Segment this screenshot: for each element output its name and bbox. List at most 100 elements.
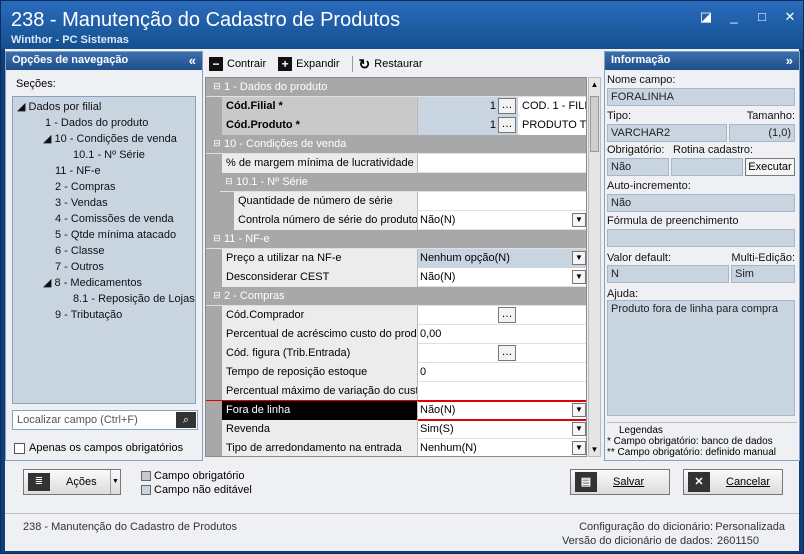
field-label[interactable]: Controla número de série do produto [234, 211, 418, 230]
field-value[interactable]: Não(N) ▼ [418, 268, 586, 287]
field-label[interactable]: Fora de linha [222, 401, 418, 420]
nav-tree-item[interactable]: 3 - Vendas [13, 195, 195, 211]
lookup-button[interactable]: … [498, 98, 516, 114]
grid-field-row[interactable]: Preço a utilizar na NF-e Nenhum opção(N) ▼ [206, 249, 586, 268]
nav-tree-item[interactable]: 2 - Compras [13, 179, 195, 195]
field-value[interactable]: Nenhum(N) ▼ [418, 439, 586, 456]
grid-scrollbar[interactable]: ▲ ▼ [588, 77, 601, 457]
grid-field-row[interactable]: Tipo de arredondamento na entrada Nenhum(… [206, 439, 586, 456]
grid-field-row[interactable]: % de margem mínima de lucratividade [206, 154, 586, 173]
nav-tree-item[interactable]: 5 - Qtde mínima atacado [13, 227, 195, 243]
field-value[interactable]: 1… [418, 116, 518, 135]
field-label[interactable]: Quantidade de número de série [234, 192, 418, 211]
collapse-section-icon[interactable]: ⊟ [224, 175, 234, 187]
field-label[interactable]: Cód. figura (Trib.Entrada) [222, 344, 418, 363]
field-label[interactable]: Cód.Filial * [222, 97, 418, 116]
field-label[interactable]: Cód.Comprador [222, 306, 418, 325]
collapse-section-icon[interactable]: ⊟ [212, 137, 222, 149]
grid-field-row[interactable]: Desconsiderar CEST Não(N) ▼ [206, 268, 586, 287]
collapse-section-icon[interactable]: ⊟ [212, 232, 222, 244]
field-label[interactable]: % de margem mínima de lucratividade [222, 154, 418, 173]
cancel-button[interactable]: ✕ Cancelar [683, 469, 783, 495]
nav-tree-item[interactable]: 8.1 - Reposição de Lojas [13, 291, 195, 307]
nav-tree-item[interactable]: 4 - Comissões de venda [13, 211, 195, 227]
field-label[interactable]: Cód.Produto * [222, 116, 418, 135]
chevron-down-icon[interactable]: ▼ [572, 251, 586, 265]
field-value[interactable]: … [418, 306, 586, 325]
field-value[interactable] [418, 382, 586, 401]
execute-button[interactable]: Executar [745, 158, 795, 176]
field-label[interactable]: Revenda [222, 420, 418, 439]
restore-layout-icon[interactable]: ◪ [699, 9, 713, 25]
grid-section-header[interactable]: ⊟ 2 - Compras [206, 287, 586, 306]
field-value[interactable]: Não(N) ▼ [418, 211, 586, 230]
grid-field-row[interactable]: Fora de linha Não(N) ▼ [206, 400, 586, 421]
field-value[interactable] [418, 192, 586, 211]
field-value[interactable]: 1… [418, 97, 518, 116]
lookup-button[interactable]: … [498, 307, 516, 323]
expand-button[interactable]: + Expandir [278, 57, 345, 71]
grid-section-header[interactable]: ⊟ 1 - Dados do produto [206, 78, 586, 97]
scroll-up-icon[interactable]: ▲ [590, 80, 599, 89]
grid-field-row[interactable]: Quantidade de número de série [206, 192, 586, 211]
scroll-down-icon[interactable]: ▼ [590, 445, 599, 454]
collapse-left-icon[interactable]: « [189, 53, 196, 68]
field-label[interactable]: Percentual de acréscimo custo do produto [222, 325, 418, 344]
chevron-down-icon[interactable]: ▼ [572, 270, 586, 284]
nav-tree-item[interactable]: 1 - Dados do produto [13, 115, 195, 131]
nav-tree-item[interactable]: 11 - NF-e [13, 163, 195, 179]
grid-field-row[interactable]: Cód.Filial * 1… COD. 1 - FILI [206, 97, 586, 116]
grid-field-row[interactable]: Controla número de série do produto Não(N… [206, 211, 586, 230]
lookup-button[interactable]: … [498, 117, 516, 133]
maximize-button[interactable]: □ [755, 9, 769, 25]
collapse-section-icon[interactable]: ⊟ [212, 80, 222, 92]
grid-field-row[interactable]: Cód.Produto * 1… PRODUTO TE [206, 116, 586, 135]
grid-field-row[interactable]: Percentual máximo de variação do custo [206, 382, 586, 401]
nav-tree-item[interactable]: 6 - Classe [13, 243, 195, 259]
field-value[interactable]: Não(N) ▼ [418, 401, 586, 420]
grid-field-row[interactable]: Cód. figura (Trib.Entrada) … [206, 344, 586, 363]
field-label[interactable]: Preço a utilizar na NF-e [222, 249, 418, 268]
restore-button[interactable]: ↻ Restaurar [359, 56, 429, 73]
close-button[interactable]: ✕ [783, 9, 797, 25]
collapse-button[interactable]: − Contrair [209, 57, 272, 71]
nav-tree-item[interactable]: ◢ Dados por filial [13, 99, 195, 115]
collapse-right-icon[interactable]: » [786, 53, 793, 68]
grid-field-row[interactable]: Tempo de reposição estoque 0 [206, 363, 586, 382]
grid-section-header[interactable]: ⊟ 11 - NF-e [206, 230, 586, 249]
scroll-thumb[interactable] [590, 96, 599, 152]
chevron-down-icon[interactable]: ▼ [572, 213, 586, 227]
nav-tree-item[interactable]: 9 - Tributação [13, 307, 195, 323]
search-icon[interactable]: ⌕ [176, 412, 196, 428]
field-label[interactable]: Percentual máximo de variação do custo [222, 382, 418, 401]
field-label[interactable]: Desconsiderar CEST [222, 268, 418, 287]
field-value[interactable]: 0,00 [418, 325, 586, 344]
field-label[interactable]: Tipo de arredondamento na entrada [222, 439, 418, 456]
field-value[interactable] [418, 154, 586, 173]
grid-field-row[interactable]: Percentual de acréscimo custo do produto… [206, 325, 586, 344]
collapse-section-icon[interactable]: ⊟ [212, 289, 222, 301]
minimize-button[interactable]: _ [727, 9, 741, 25]
nav-tree-item[interactable]: ◢ 8 - Medicamentos [13, 275, 195, 291]
chevron-down-icon[interactable]: ▼ [110, 470, 120, 494]
save-button[interactable]: ▤ Salvar [570, 469, 670, 495]
grid-field-row[interactable]: Revenda Sim(S) ▼ [206, 420, 586, 439]
nav-tree-item[interactable]: ◢ 10 - Condições de venda [13, 131, 195, 147]
nav-tree-item[interactable]: 7 - Outros [13, 259, 195, 275]
grid-section-header[interactable]: ⊟ 10.1 - Nº Série [206, 173, 586, 192]
field-value[interactable]: 0 [418, 363, 586, 382]
nav-tree-item[interactable]: 10.1 - Nº Série [13, 147, 195, 163]
checkbox-icon[interactable] [14, 442, 25, 454]
field-value[interactable]: … [418, 344, 586, 363]
actions-button[interactable]: ≣ Ações ▼ [23, 469, 121, 495]
grid-section-header[interactable]: ⊟ 10 - Condições de venda [206, 135, 586, 154]
chevron-down-icon[interactable]: ▼ [572, 403, 586, 417]
field-label[interactable]: Tempo de reposição estoque [222, 363, 418, 382]
required-only-checkbox[interactable]: Apenas os campos obrigatórios [14, 442, 183, 454]
lookup-button[interactable]: … [498, 345, 516, 361]
field-value[interactable]: Nenhum opção(N) ▼ [418, 249, 586, 268]
field-value[interactable]: Sim(S) ▼ [418, 420, 586, 439]
grid-field-row[interactable]: Cód.Comprador … [206, 306, 586, 325]
chevron-down-icon[interactable]: ▼ [572, 422, 586, 436]
search-field[interactable]: Localizar campo (Ctrl+F) ⌕ [12, 410, 198, 430]
